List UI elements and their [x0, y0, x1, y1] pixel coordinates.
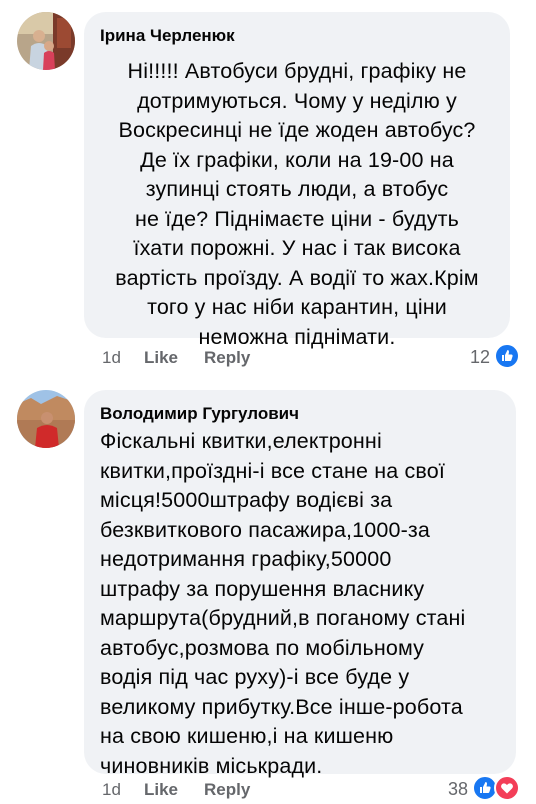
- comment-actions: 1d Like Reply: [102, 780, 302, 804]
- reply-button[interactable]: Reply: [204, 348, 250, 368]
- comment-actions: 1d Like Reply: [102, 348, 302, 372]
- avatar[interactable]: [17, 390, 75, 448]
- comment-time[interactable]: 1d: [102, 780, 121, 800]
- reaction-count[interactable]: 38: [448, 779, 468, 800]
- reply-button[interactable]: Reply: [204, 780, 250, 800]
- comment-text: Фіскальні квитки,електронні квитки,проїз…: [100, 429, 466, 778]
- comment-bubble: Володимир Гургулович Фіскальні квитки,ел…: [84, 390, 516, 778]
- like-button[interactable]: Like: [144, 780, 178, 800]
- reaction-count[interactable]: 12: [470, 347, 490, 368]
- love-icon: [494, 775, 520, 801]
- like-button[interactable]: Like: [144, 348, 178, 368]
- like-icon: [494, 343, 520, 369]
- avatar[interactable]: [17, 12, 75, 70]
- comment-author[interactable]: Володимир Гургулович: [100, 404, 299, 424]
- comment-bubble: Ірина Черленюк Ні!!!!! Автобуси брудні, …: [84, 12, 510, 349]
- comment-time[interactable]: 1d: [102, 348, 121, 368]
- comment-author[interactable]: Ірина Черленюк: [100, 26, 235, 46]
- comment-text: Ні!!!!! Автобуси брудні, графіку не дотр…: [115, 59, 479, 349]
